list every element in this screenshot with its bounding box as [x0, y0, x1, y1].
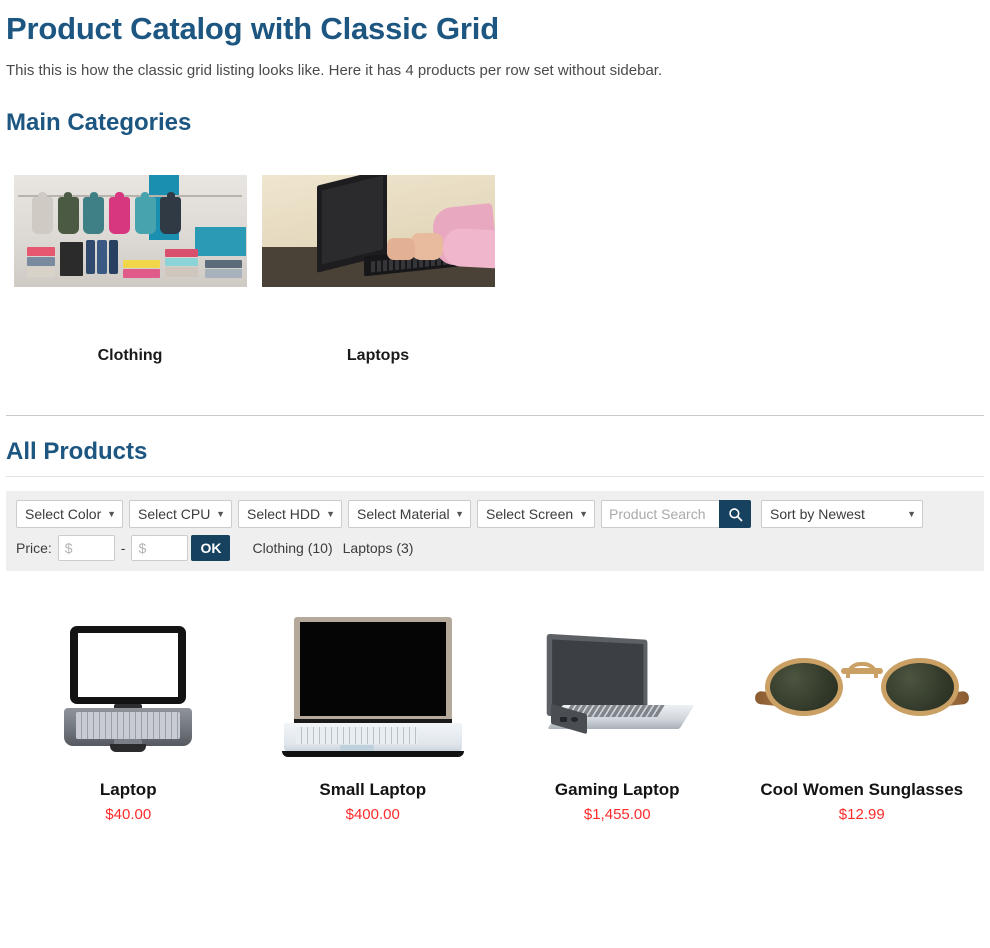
main-categories-heading: Main Categories — [6, 109, 192, 137]
front-laptop-illustration — [281, 615, 464, 757]
all-products-heading: All Products — [6, 438, 148, 466]
select-material[interactable]: Select Material — [348, 500, 471, 529]
gaming-laptop-illustration — [541, 633, 695, 739]
product-price: $1,455.00 — [583, 806, 651, 824]
select-cpu-wrapper[interactable]: Select CPU ▼ — [129, 500, 232, 529]
product-image[interactable] — [740, 603, 985, 768]
netbook-illustration — [62, 620, 194, 752]
select-hdd[interactable]: Select HDD — [238, 500, 342, 529]
product-name[interactable]: Laptop — [6, 780, 251, 800]
price-range-separator: - — [120, 540, 126, 557]
category-link-clothing[interactable]: Clothing (10) — [252, 540, 332, 556]
product-name[interactable]: Small Laptop — [251, 780, 496, 800]
section-divider — [6, 415, 984, 417]
product-card[interactable]: Cool Women Sunglasses $12.99 — [740, 603, 985, 823]
product-card[interactable]: Small Laptop $400.00 — [251, 603, 496, 823]
select-material-wrapper[interactable]: Select Material ▼ — [348, 500, 471, 529]
select-hdd-wrapper[interactable]: Select HDD ▼ — [238, 500, 342, 529]
page-subtitle: This this is how the classic grid listin… — [6, 62, 663, 80]
product-image[interactable] — [251, 603, 496, 768]
price-min-input[interactable] — [57, 535, 115, 562]
laptops-category-image[interactable] — [261, 175, 495, 288]
product-image[interactable] — [6, 603, 251, 768]
category-card-clothing[interactable]: Clothing — [6, 175, 254, 365]
product-price: $400.00 — [345, 806, 400, 824]
sort-select-wrapper[interactable]: Sort by Newest ▼ — [761, 500, 923, 529]
product-search-group — [601, 500, 751, 529]
select-color[interactable]: Select Color — [16, 500, 123, 529]
category-card-laptops[interactable]: Laptops — [254, 175, 502, 365]
select-screen[interactable]: Select Screen — [477, 500, 595, 529]
page-title: Product Catalog with Classic Grid — [6, 11, 499, 46]
page-root: Product Catalog with Classic Grid This t… — [0, 11, 990, 823]
product-card[interactable]: Laptop $40.00 — [6, 603, 251, 823]
price-ok-button[interactable]: OK — [191, 535, 231, 562]
select-color-wrapper[interactable]: Select Color ▼ — [16, 500, 123, 529]
product-name[interactable]: Gaming Laptop — [495, 780, 740, 800]
product-price: $40.00 — [105, 806, 152, 824]
filter-row-primary: Select Color ▼ Select CPU ▼ Select HDD ▼… — [16, 500, 974, 529]
price-max-input[interactable] — [131, 535, 189, 562]
category-link-laptops[interactable]: Laptops (3) — [343, 540, 414, 556]
clothing-category-image[interactable] — [13, 175, 247, 288]
category-grid: Clothing Laptops — [6, 175, 984, 365]
search-icon — [728, 507, 742, 521]
product-name[interactable]: Cool Women Sunglasses — [740, 780, 985, 800]
filter-bar: Select Color ▼ Select CPU ▼ Select HDD ▼… — [6, 491, 984, 572]
select-screen-wrapper[interactable]: Select Screen ▼ — [477, 500, 595, 529]
filter-row-price: Price: - OK Clothing (10) Laptops (3) — [16, 535, 974, 562]
product-grid: Laptop $40.00 Small Laptop $400.00 Gamin… — [6, 603, 984, 823]
search-button[interactable] — [719, 500, 751, 529]
product-image[interactable] — [495, 603, 740, 768]
product-price: $12.99 — [838, 806, 885, 824]
search-input[interactable] — [601, 500, 719, 529]
sort-select[interactable]: Sort by Newest — [761, 500, 923, 529]
category-filter-links: Clothing (10) Laptops (3) — [252, 540, 413, 556]
category-label[interactable]: Clothing — [6, 347, 254, 365]
sunglasses-illustration — [749, 638, 975, 734]
product-card[interactable]: Gaming Laptop $1,455.00 — [495, 603, 740, 823]
select-cpu[interactable]: Select CPU — [129, 500, 232, 529]
price-label: Price: — [16, 540, 52, 557]
heading-underline — [6, 476, 984, 478]
category-label[interactable]: Laptops — [254, 347, 502, 365]
